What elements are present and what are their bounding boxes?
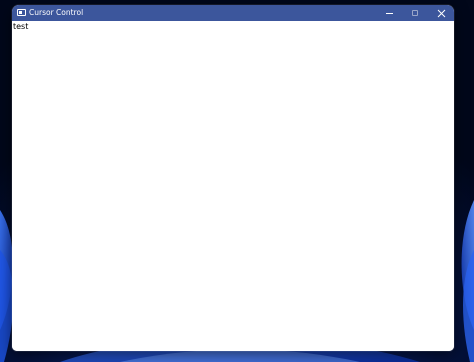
window-titlebar[interactable]: Cursor Control	[12, 5, 454, 21]
window-title: Cursor Control	[29, 8, 84, 17]
maximize-button[interactable]	[402, 5, 428, 21]
window-app-icon	[17, 9, 26, 16]
close-icon	[437, 9, 445, 17]
minimize-icon	[385, 12, 393, 14]
window-controls	[376, 5, 454, 21]
client-text: test	[13, 22, 29, 31]
app-window: Cursor Control test	[12, 5, 454, 351]
minimize-button[interactable]	[376, 5, 402, 21]
maximize-icon	[412, 10, 418, 16]
window-client-area[interactable]: test	[12, 21, 454, 351]
close-button[interactable]	[428, 5, 454, 21]
